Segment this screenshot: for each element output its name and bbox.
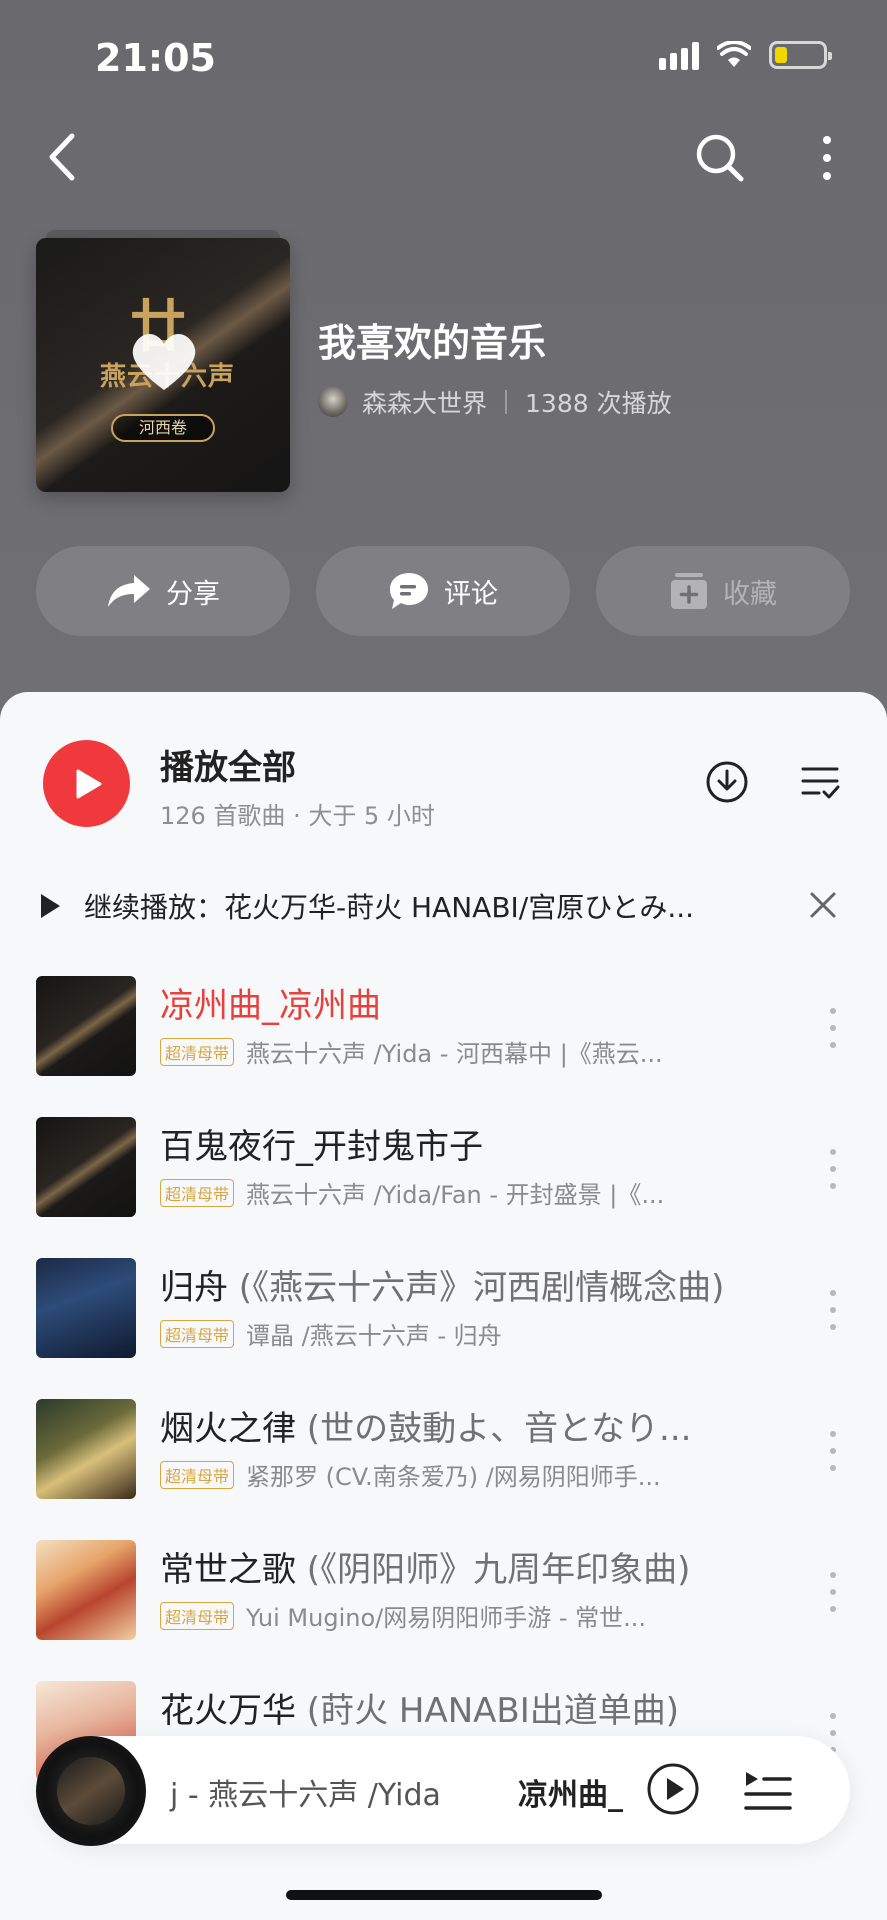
share-button[interactable]: 分享 [36,546,290,636]
share-icon [108,575,150,607]
play-circle-icon[interactable] [646,1762,700,1816]
song-artist: 谭晶 /燕云十六声 - 归舟 [246,1322,502,1350]
search-icon[interactable] [694,132,746,184]
collect-button[interactable]: 收藏 [596,546,850,636]
home-indicator [286,1890,602,1900]
play-all-button[interactable] [43,740,130,827]
resume-bar[interactable]: 继续播放：花火万华-莳火 HANABI/宫原ひとみ... [38,884,848,928]
collect-label: 收藏 [723,578,777,610]
mini-player-title: 凉州曲_ [518,1778,623,1813]
song-thumbnail [36,976,136,1076]
song-title: 凉州曲_凉州曲 [160,986,381,1026]
play-icon [76,769,101,798]
song-title: 常世之歌 (《阴阳师》九周年印象曲) [160,1550,691,1590]
play-small-icon [41,894,60,918]
creator-avatar[interactable] [318,387,348,417]
close-icon[interactable] [808,890,838,920]
comment-button[interactable]: 评论 [316,546,570,636]
quality-tag: 超清母带 [160,1319,235,1348]
playlist-meta: 森森大世界 1388 次播放 [318,384,672,420]
song-title: 百鬼夜行_开封鬼市子 [160,1127,483,1167]
song-title: 烟火之律 (世の鼓動よ、音となり... [160,1409,692,1449]
playlist-cover[interactable]: 廿 燕云十六声 河西卷 [36,238,290,492]
more-icon[interactable] [812,132,842,184]
song-title: 花火万华 (莳火 HANABI出道单曲) [160,1691,680,1731]
song-thumbnail [36,1117,136,1217]
quality-tag: 超清母带 [160,1178,235,1207]
quality-tag: 超清母带 [160,1037,235,1066]
share-label: 分享 [166,578,220,610]
download-icon[interactable] [705,760,749,804]
mini-player[interactable] [40,1736,850,1844]
status-time: 21:05 [95,36,216,80]
song-more-icon[interactable] [828,1149,838,1189]
signal-icon [659,40,699,70]
playlist-queue-icon[interactable] [744,1768,792,1812]
song-row[interactable]: 百鬼夜行_开封鬼市子 超清母带 燕云十六声 /Yida/Fan - 开封盛景 |《… [0,1117,887,1227]
play-all-subtitle: 126 首歌曲 · 大于 5 小时 [160,802,435,830]
song-row[interactable]: 烟火之律 (世の鼓動よ、音となり... 超清母带 紧那罗 (CV.南条爱乃) /网… [0,1399,887,1509]
quality-tag: 超清母带 [160,1460,235,1489]
quality-tag: 超清母带 [160,1601,235,1630]
cover-badge: 河西卷 [111,414,215,442]
song-row[interactable]: 凉州曲_凉州曲 超清母带 燕云十六声 /Yida - 河西幕中 |《燕云... [0,976,887,1086]
multi-select-icon[interactable] [800,762,840,802]
comment-icon [390,573,428,609]
back-icon[interactable] [42,130,82,184]
wifi-icon [717,41,751,67]
heart-icon [132,333,196,390]
song-row[interactable]: 归舟 (《燕云十六声》河西剧情概念曲) 超清母带 谭晶 /燕云十六声 - 归舟 [0,1258,887,1368]
comment-label: 评论 [444,578,498,610]
play-all-label[interactable]: 播放全部 [160,740,296,789]
play-count: 1388 次播放 [525,389,672,418]
battery-icon [769,41,832,69]
divider [505,390,508,414]
song-thumbnail [36,1258,136,1358]
add-folder-icon [671,573,707,609]
song-more-icon[interactable] [828,1572,838,1612]
playlist-title: 我喜欢的音乐 [318,321,547,365]
song-artist: 燕云十六声 /Yida - 河西幕中 |《燕云... [246,1040,663,1068]
song-thumbnail [36,1540,136,1640]
song-artist: Yui Mugino/网易阴阳师手游 - 常世... [246,1604,647,1632]
mini-player-artist: j - 燕云十六声 /Yida [170,1778,441,1813]
song-more-icon[interactable] [828,1431,838,1471]
now-playing-disc[interactable] [36,1736,146,1846]
creator-name[interactable]: 森森大世界 [362,384,487,420]
resume-text: 继续播放：花火万华-莳火 HANABI/宫原ひとみ... [84,891,695,924]
song-row[interactable]: 常世之歌 (《阴阳师》九周年印象曲) 超清母带 Yui Mugino/网易阴阳师手… [0,1540,887,1650]
song-artist: 紧那罗 (CV.南条爱乃) /网易阴阳师手... [246,1463,661,1491]
song-artist: 燕云十六声 /Yida/Fan - 开封盛景 |《... [246,1181,665,1209]
song-title: 归舟 (《燕云十六声》河西剧情概念曲) [160,1268,725,1308]
song-thumbnail [36,1399,136,1499]
song-more-icon[interactable] [828,1008,838,1048]
song-more-icon[interactable] [828,1290,838,1330]
status-icons [659,40,832,70]
